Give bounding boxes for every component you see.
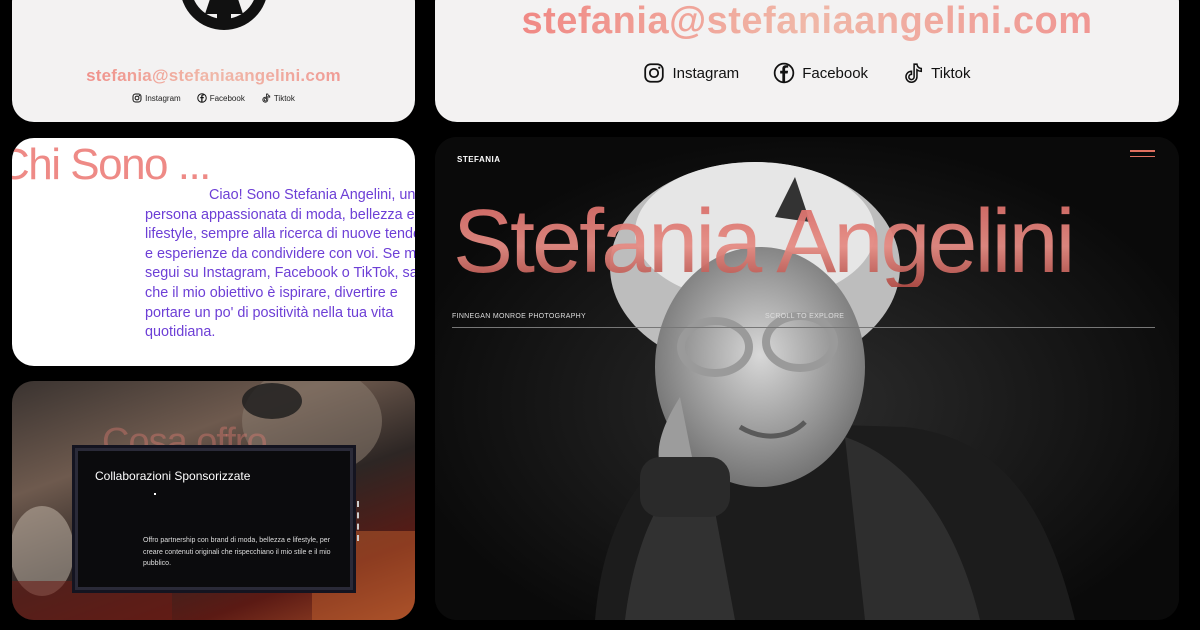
instagram-link[interactable]: Instagram (643, 62, 739, 84)
email-link[interactable]: stefania@stefaniaangelini.com (12, 66, 415, 86)
logo-icon (182, 0, 266, 30)
photo-credit: FINNEGAN MONROE PHOTOGRAPHY (452, 313, 586, 320)
social-links: Instagram Facebook Tiktok (435, 62, 1179, 84)
contact-card-large: stefania@stefaniaangelini.com Instagram … (435, 0, 1179, 122)
instagram-icon (132, 93, 142, 103)
contact-card-small: stefania@stefaniaangelini.com Instagram … (12, 0, 415, 122)
about-line: e esperienze da condividere con voi. Se … (145, 245, 415, 262)
about-line: lifestyle, sempre alla ricerca di nuove … (145, 226, 415, 243)
instagram-label: Instagram (145, 93, 181, 103)
scroll-hint: SCROLL TO EXPLORE (765, 313, 845, 320)
bullet-dot (154, 493, 156, 495)
site-brand[interactable]: STEFANIA (457, 155, 501, 164)
instagram-icon (644, 63, 665, 83)
social-links: Instagram Facebook Tiktok (12, 93, 415, 103)
about-line: Ciao! Sono Stefania Angelini, una (145, 187, 415, 203)
service-description: Offro partnership con brand di moda, bel… (143, 537, 331, 567)
menu-icon[interactable] (1130, 150, 1155, 161)
hero-card: STEFANIA Stefania Angelini FINNEGAN MONR… (435, 137, 1179, 620)
facebook-label: Facebook (802, 64, 869, 82)
hero-title: Stefania Angelini (453, 192, 1076, 292)
tiktok-label: Tiktok (931, 64, 971, 82)
facebook-link[interactable]: Facebook (773, 62, 868, 84)
about-line: segui su Instagram, Facebook o TikTok, s… (145, 265, 415, 282)
service-title: Collaborazioni Sponsorizzate (95, 469, 251, 483)
tiktok-link[interactable]: Tiktok (902, 62, 971, 84)
email-link[interactable]: stefania@stefaniaangelini.com (435, 0, 1179, 43)
about-line: persona appassionata di moda, bellezza e (145, 206, 415, 223)
facebook-link[interactable]: Facebook (196, 93, 245, 103)
tiktok-label: Tiktok (273, 93, 295, 103)
about-text: Ciao! Sono Stefania Angelini, una person… (145, 186, 415, 343)
about-heading: Chi Sono ... (12, 140, 211, 189)
tiktok-link[interactable]: Tiktok (261, 93, 295, 103)
about-line: portare un po' di positività nella tua v… (145, 304, 394, 321)
services-card: Cosa offro Collaborazioni Sponsorizzate … (12, 381, 415, 620)
slider-indicator[interactable] (357, 501, 362, 541)
facebook-icon (773, 62, 795, 84)
about-card: Chi Sono ... Ciao! Sono Stefania Angelin… (12, 138, 415, 366)
facebook-icon (196, 93, 207, 103)
instagram-label: Instagram (672, 64, 740, 82)
service-card[interactable]: Collaborazioni Sponsorizzate Offro partn… (78, 451, 350, 587)
about-line: quotidiana. (145, 324, 216, 341)
facebook-label: Facebook (209, 93, 245, 103)
tiktok-icon (905, 63, 923, 83)
instagram-link[interactable]: Instagram (132, 93, 181, 103)
divider (452, 327, 1155, 328)
about-line: che il mio obiettivo è ispirare, diverti… (145, 284, 398, 301)
tiktok-icon (262, 93, 270, 103)
